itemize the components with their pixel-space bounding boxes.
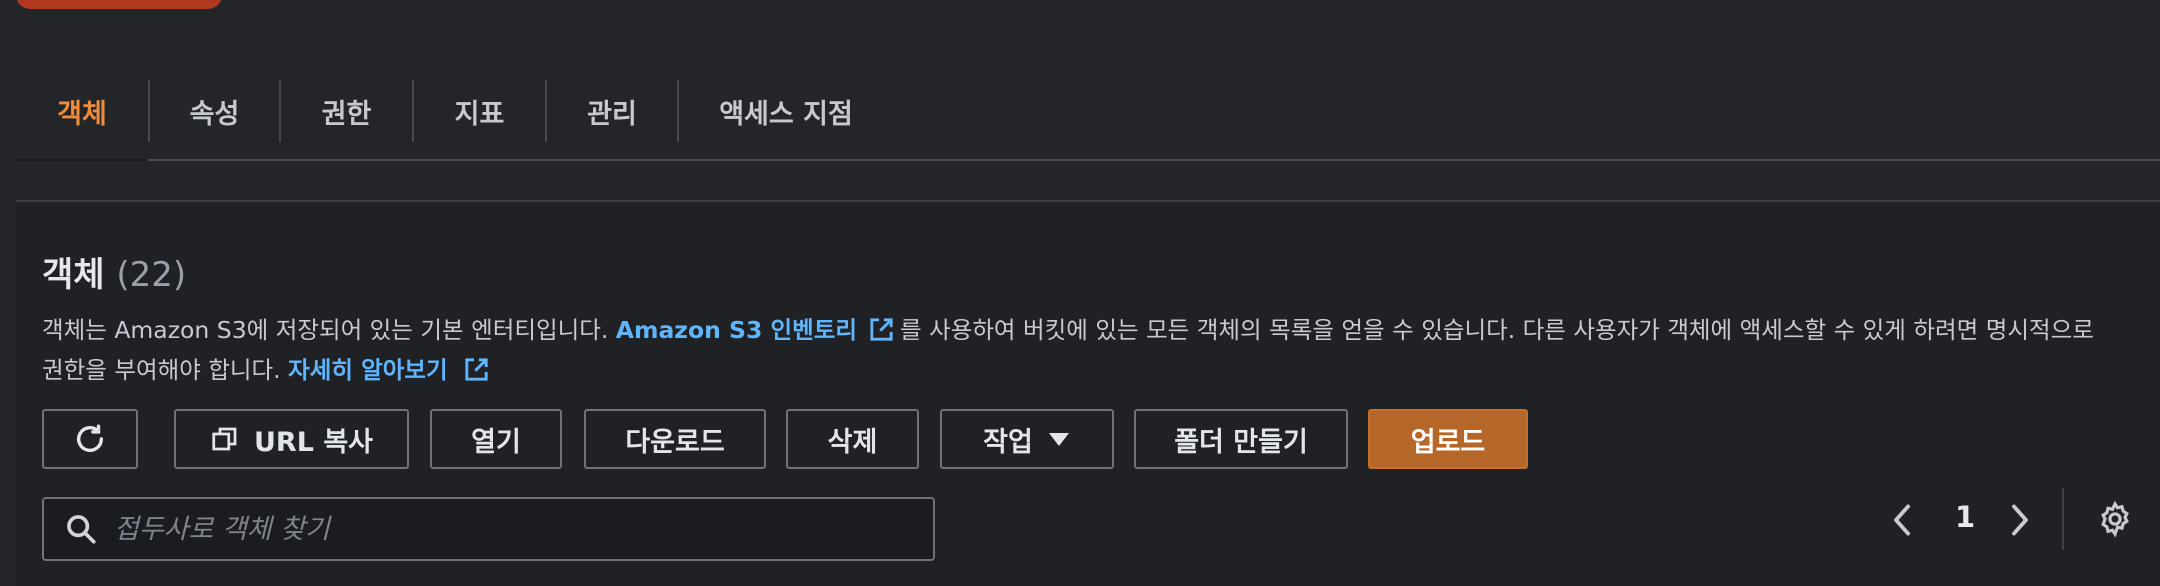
current-page-number[interactable]: 1 — [1955, 500, 1975, 534]
download-label: 다운로드 — [625, 426, 725, 458]
tab-objects[interactable]: 객체 — [16, 63, 148, 161]
object-count: (22) — [116, 255, 187, 295]
delete-label: 삭제 — [827, 426, 878, 458]
top-action-button[interactable] — [16, 0, 222, 9]
tab-management[interactable]: 관리 — [547, 63, 677, 159]
section-title-text: 객체 — [42, 255, 105, 295]
inventory-link[interactable]: Amazon S3 인벤토리 — [616, 316, 857, 344]
external-link-icon[interactable] — [462, 355, 491, 384]
section-title: 객체 (22) — [42, 247, 186, 296]
next-page-button[interactable] — [1998, 498, 2042, 542]
previous-page-button[interactable] — [1880, 498, 1924, 542]
description-text: 객체는 Amazon S3에 저장되어 있는 기본 엔터티입니다. — [42, 316, 616, 344]
refresh-button[interactable] — [42, 409, 138, 469]
chevron-left-icon — [1894, 504, 1910, 536]
refresh-icon — [76, 424, 104, 452]
upload-label: 업로드 — [1410, 426, 1486, 458]
pagination-divider — [2062, 488, 2064, 550]
caret-down-icon — [1048, 433, 1069, 446]
download-button[interactable]: 다운로드 — [584, 409, 766, 469]
tab-metrics[interactable]: 지표 — [414, 63, 545, 159]
upload-button[interactable]: 업로드 — [1368, 409, 1528, 469]
search-icon — [67, 515, 96, 544]
actions-dropdown-button[interactable]: 작업 — [940, 409, 1114, 469]
search-input[interactable] — [112, 512, 933, 546]
section-description: 객체는 Amazon S3에 저장되어 있는 기본 엔터티입니다. Amazon… — [42, 310, 2122, 390]
open-button[interactable]: 열기 — [430, 409, 562, 469]
preferences-button[interactable] — [2093, 497, 2137, 541]
delete-button[interactable]: 삭제 — [786, 409, 919, 469]
actions-label: 작업 — [983, 426, 1033, 458]
open-label: 열기 — [471, 426, 521, 458]
learn-more-link[interactable]: 자세히 알아보기 — [288, 356, 448, 384]
tab-permissions[interactable]: 권한 — [281, 63, 412, 159]
tab-access-points[interactable]: 액세스 지점 — [679, 63, 893, 159]
tab-bar: 객체 속성 권한 지표 관리 액세스 지점 — [16, 63, 2160, 161]
chevron-right-icon — [2012, 504, 2028, 536]
copy-url-button[interactable]: URL 복사 — [174, 409, 409, 469]
copy-url-label: URL 복사 — [254, 426, 373, 458]
search-box — [42, 497, 935, 561]
tab-properties[interactable]: 속성 — [150, 63, 279, 159]
copy-icon — [212, 427, 237, 451]
create-folder-button[interactable]: 폴더 만들기 — [1134, 409, 1348, 469]
external-link-icon[interactable] — [867, 315, 896, 344]
gear-icon — [2101, 500, 2129, 538]
create-folder-label: 폴더 만들기 — [1174, 426, 1308, 458]
